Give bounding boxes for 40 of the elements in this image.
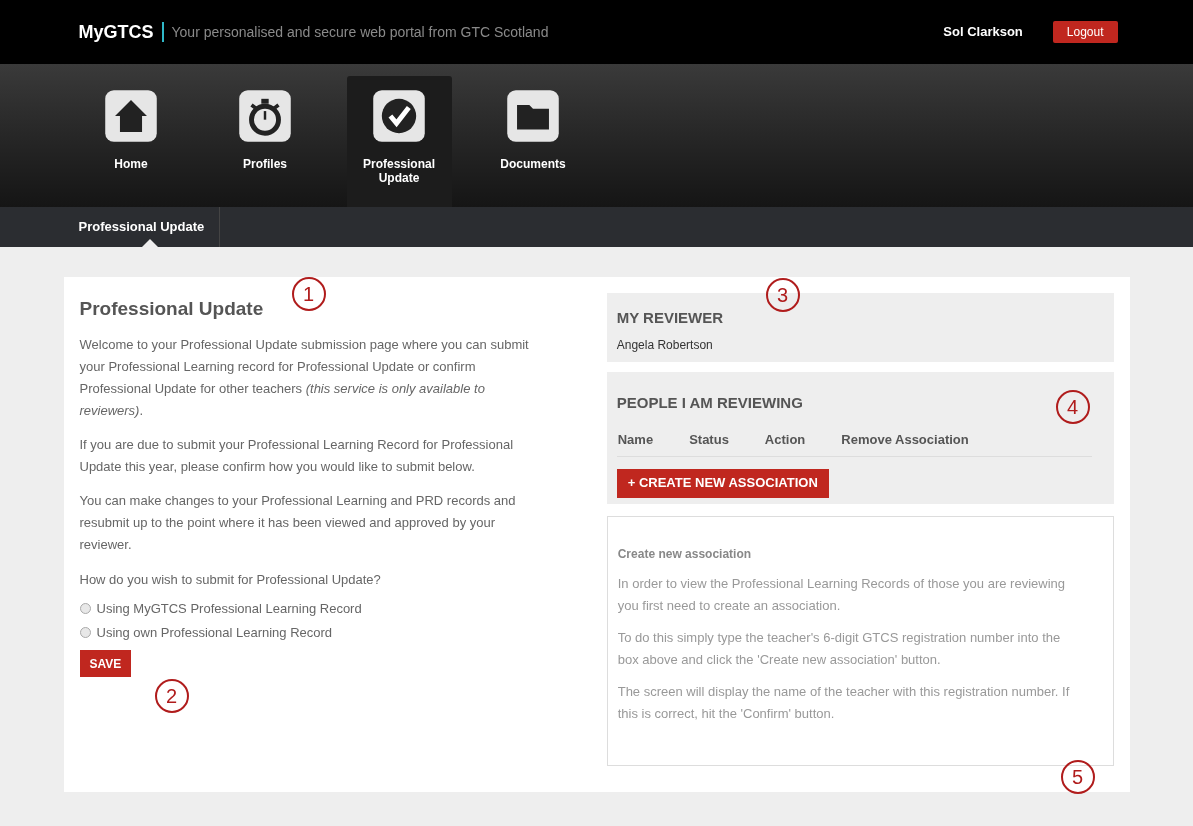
help-paragraph: The screen will display the name of the teacher with this registration number. If this is correct, hit the 'Confirm' button. xyxy=(617,682,1071,723)
reviewer-name: Angela Robertson xyxy=(616,336,714,354)
house-icon xyxy=(104,89,158,143)
callout-number: 1 xyxy=(291,277,326,311)
save-button[interactable]: SAVE xyxy=(79,650,132,677)
help-paragraph: To do this simply type the teacher's 6-digit GTCS registration number into the box above and click the 'Create new association' button. xyxy=(617,628,1062,669)
nav-tab[interactable]: Home xyxy=(78,76,184,207)
column-header: Action xyxy=(764,431,806,449)
logout-button[interactable]: Logout xyxy=(1052,21,1118,43)
page-title: Professional Update xyxy=(79,297,265,321)
radio-option[interactable]: Using own Professional Learning Record xyxy=(79,622,536,642)
callout-number: 3 xyxy=(765,278,800,312)
help-heading: Create new association xyxy=(617,545,753,563)
subnav-tab[interactable]: Professional Update xyxy=(63,207,221,247)
body-paragraph: If you are due to submit your Professional Learning Record for Professional Update this year, please confirm how you would like to submit below. xyxy=(79,435,515,476)
body-paragraph: You can make changes to your Professional Learning and PRD records and resubmit up to the point where it has been viewed and approved by your reviewer. xyxy=(79,491,517,554)
radio-button[interactable] xyxy=(79,626,91,638)
section-heading: PEOPLE I AM REVIEWING xyxy=(616,392,803,413)
user-name: Sol Clarkson xyxy=(943,23,1023,42)
brand-name: MyGTCS xyxy=(78,20,154,44)
callout-number: 5 xyxy=(1060,760,1095,794)
column-header: Status xyxy=(689,431,729,449)
column-header: Remove Association xyxy=(841,431,969,449)
help-paragraph: In order to view the Professional Learning Records of those you are reviewing you first need to create an association. xyxy=(617,574,1066,615)
tagline: Your personalised and secure web portal from GTC Scotland xyxy=(171,22,549,42)
callout-number: 4 xyxy=(1055,390,1090,424)
checkmark-icon xyxy=(372,89,426,143)
column-header: Name xyxy=(617,431,654,449)
body-paragraph: Welcome to your Professional Update submission page where you can submit your Professional Learning record for Professional Update or confirm Professional Update for other teachers (this service is only available to reviewers). xyxy=(79,335,530,420)
callout-number: 2 xyxy=(154,679,189,713)
radio-option[interactable]: Using MyGTCS Professional Learning Record xyxy=(79,599,536,619)
nav-tab[interactable]: Professional Update xyxy=(346,76,452,207)
stopwatch-icon xyxy=(238,89,292,143)
question-text: How do you wish to submit for Professional Update? xyxy=(79,570,382,589)
folder-icon xyxy=(506,89,560,143)
section-heading: MY REVIEWER xyxy=(616,308,724,328)
nav-tab[interactable]: Documents xyxy=(480,76,586,207)
nav-tab[interactable]: Profiles xyxy=(212,76,318,207)
create-association-button[interactable]: + CREATE NEW ASSOCIATION xyxy=(616,468,829,498)
radio-button[interactable] xyxy=(79,603,91,615)
